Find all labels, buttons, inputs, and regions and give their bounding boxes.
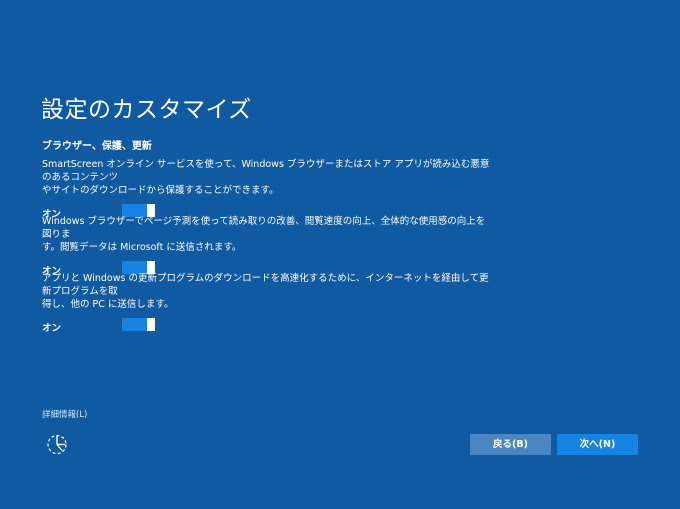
next-button[interactable]: 次へ(N)	[557, 434, 638, 455]
setting-smartscreen: SmartScreen オンライン サービスを使って、Windows ブラウザー…	[42, 158, 492, 220]
ease-of-access-icon[interactable]	[45, 432, 69, 456]
toggle-state-label: オン	[42, 320, 61, 334]
update-delivery-toggle[interactable]	[122, 318, 155, 331]
setting-description-line1: アプリと Windows の更新プログラムのダウンロードを高速化するために、イン…	[42, 273, 489, 297]
setting-description: アプリと Windows の更新プログラムのダウンロードを高速化するために、イン…	[42, 272, 492, 311]
setting-description-line2: 得し、他の PC に送信します。	[42, 299, 173, 310]
setting-description-line2: やサイトのダウンロードから保護することができます。	[42, 185, 279, 196]
setting-description: SmartScreen オンライン サービスを使って、Windows ブラウザー…	[42, 158, 492, 197]
toggle-row: オン	[42, 318, 492, 334]
setting-description-line1: Windows ブラウザーでページ予測を使って読み取りの改善、閲覧速度の向上、全…	[42, 216, 485, 240]
page-title: 設定のカスタマイズ	[41, 90, 252, 124]
setting-update-delivery: アプリと Windows の更新プログラムのダウンロードを高速化するために、イン…	[42, 272, 492, 334]
learn-more-link[interactable]: 詳細情報(L)	[42, 408, 87, 420]
oobe-customize-settings-page: 設定のカスタマイズ ブラウザー、保護、更新 SmartScreen オンライン …	[0, 0, 680, 509]
back-button[interactable]: 戻る(B)	[470, 434, 551, 455]
section-header: ブラウザー、保護、更新	[42, 137, 152, 152]
setting-description: Windows ブラウザーでページ予測を使って読み取りの改善、閲覧速度の向上、全…	[42, 215, 492, 254]
setting-description-line1: SmartScreen オンライン サービスを使って、Windows ブラウザー…	[42, 159, 489, 183]
setting-page-prediction: Windows ブラウザーでページ予測を使って読み取りの改善、閲覧速度の向上、全…	[42, 215, 492, 277]
toggle-knob	[147, 318, 155, 331]
setting-description-line2: す。閲覧データは Microsoft に送信されます。	[42, 242, 241, 253]
